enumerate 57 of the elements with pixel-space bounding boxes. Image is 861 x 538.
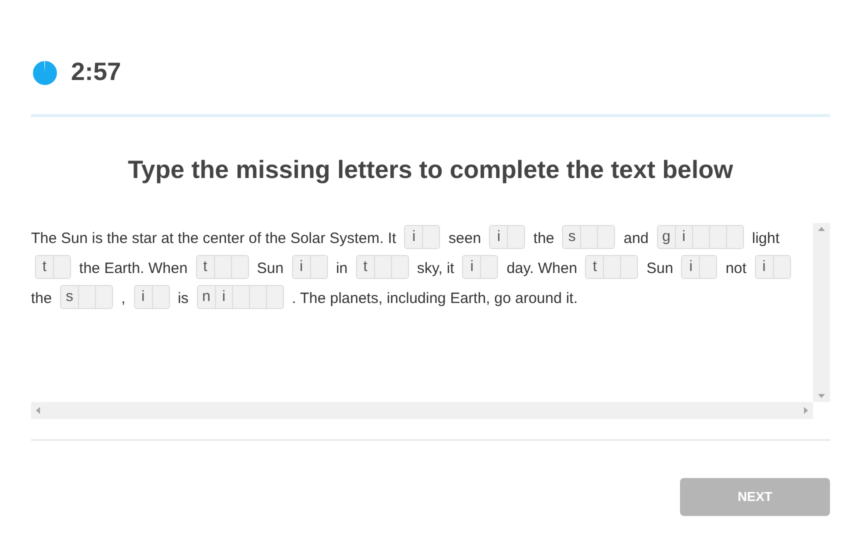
letter-gap-field[interactable]: i xyxy=(134,285,170,310)
timer-icon xyxy=(33,61,57,85)
given-letter: t xyxy=(592,257,598,278)
given-letter: i xyxy=(298,257,304,278)
horizontal-scrollbar[interactable] xyxy=(31,402,813,418)
letter-gap-field[interactable]: i xyxy=(754,255,791,280)
letter-gap-field[interactable]: g i xyxy=(656,225,744,250)
letter-gap-field[interactable]: i xyxy=(681,255,718,280)
given-letter: s xyxy=(64,287,74,308)
given-letter: i xyxy=(411,227,417,248)
letter-gap-field[interactable]: t xyxy=(585,255,638,280)
given-letter: s xyxy=(567,227,577,248)
given-letter: i xyxy=(674,226,692,248)
passage-text: day. When xyxy=(506,260,578,276)
passage-text: , xyxy=(121,290,126,306)
vertical-scrollbar[interactable] xyxy=(813,222,830,402)
passage-text: the xyxy=(533,230,554,246)
given-letter: i xyxy=(469,257,475,278)
given-letter: t xyxy=(41,257,48,278)
given-letter: i xyxy=(214,286,232,308)
letter-gap-field[interactable]: i xyxy=(292,255,328,280)
passage-text: and xyxy=(624,230,649,246)
passage-text: is xyxy=(178,290,189,306)
given-letter: t xyxy=(362,257,368,278)
given-letter: i xyxy=(140,287,146,308)
letter-gap-field[interactable]: n i xyxy=(196,285,284,310)
given-letter: g xyxy=(661,227,672,248)
passage-text: . The planets, including Earth, go around it. xyxy=(292,290,578,306)
letter-gap-field[interactable]: t xyxy=(356,255,409,280)
passage-text: the Earth. When xyxy=(79,260,188,276)
timer-text: 2:57 xyxy=(71,57,122,88)
scroll-right-icon[interactable] xyxy=(804,406,808,414)
letter-gap-field[interactable]: t xyxy=(35,255,71,280)
letter-gap-field[interactable]: t xyxy=(196,255,249,280)
given-letter: i xyxy=(688,257,694,278)
letter-gap-field[interactable]: i xyxy=(462,255,498,280)
passage-text: seen xyxy=(448,230,482,246)
passage-text: the xyxy=(31,290,52,306)
given-letter: i xyxy=(496,227,502,248)
letter-gap-field[interactable]: s xyxy=(562,225,616,250)
letter-gap-field[interactable]: i xyxy=(404,225,440,250)
given-letter: t xyxy=(202,257,208,278)
scroll-down-icon[interactable] xyxy=(818,394,825,398)
passage-text: light xyxy=(752,230,780,246)
passage-text: sky, it xyxy=(417,260,454,276)
given-letter: n xyxy=(201,287,212,308)
passage-text: Sun xyxy=(646,260,674,276)
instruction-heading: Type the missing letters to complete the text below xyxy=(126,155,734,186)
scroll-up-icon[interactable] xyxy=(818,226,825,230)
passage-text: The Sun is the star at the center of the Solar System. It xyxy=(31,230,396,246)
passage-text: not xyxy=(726,260,746,276)
scroll-left-icon[interactable] xyxy=(36,406,40,414)
letter-gap-field[interactable]: i xyxy=(489,225,526,250)
given-letter: i xyxy=(761,257,767,278)
letter-gap-field[interactable]: s xyxy=(60,285,114,310)
passage-text: Sun xyxy=(256,260,284,276)
passage-text: in xyxy=(336,260,348,276)
